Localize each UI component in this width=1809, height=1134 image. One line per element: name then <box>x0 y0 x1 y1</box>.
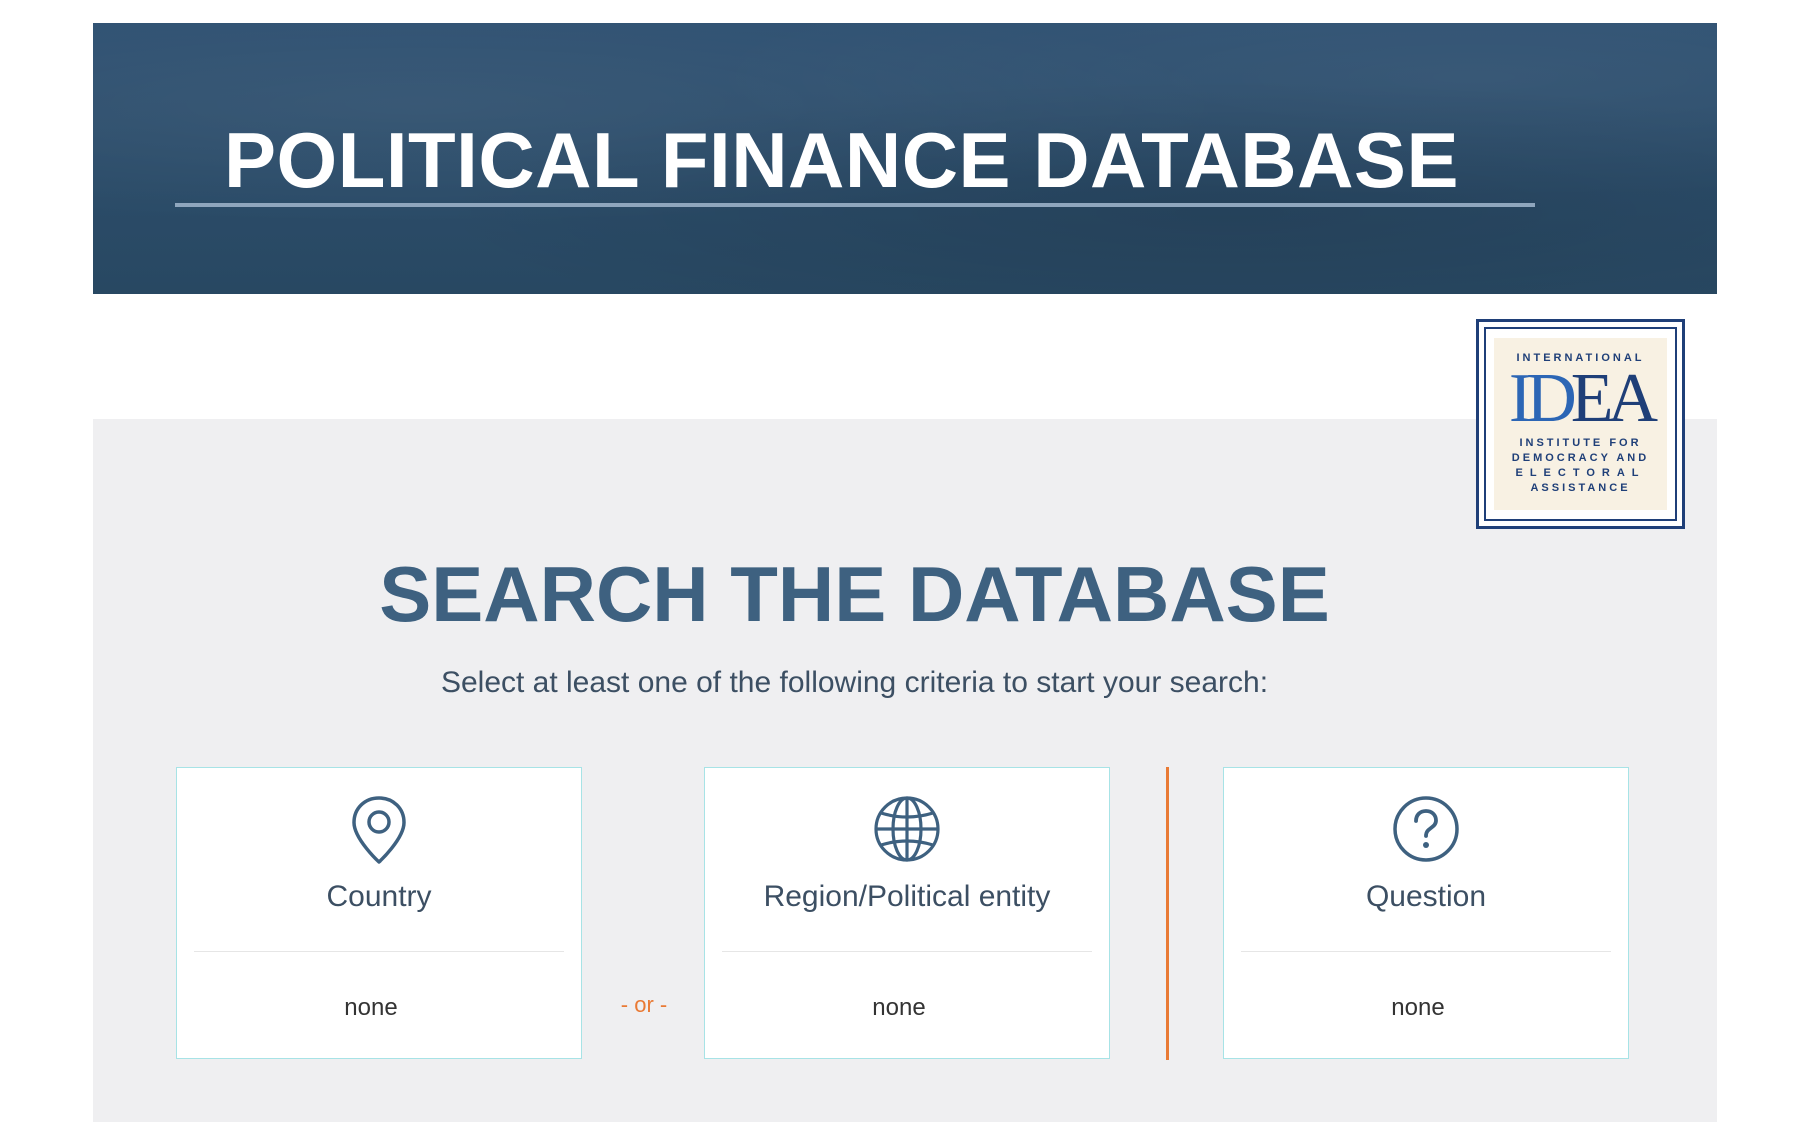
region-label: Region/Political entity <box>763 880 1051 913</box>
card-divider <box>194 951 564 952</box>
logo-line-2: DEMOCRACY AND <box>1511 452 1650 464</box>
logo-wordmark-part-2: EA <box>1570 360 1658 437</box>
country-card[interactable]: Country none <box>176 767 582 1059</box>
search-instructions: Select at least one of the following cri… <box>440 666 1269 699</box>
region-card[interactable]: Region/Political entity none <box>704 767 1110 1059</box>
title-underline <box>175 203 1535 207</box>
logo-line-1: INSTITUTE FOR <box>1519 437 1642 449</box>
question-label: Question <box>1365 880 1487 913</box>
question-card[interactable]: Question none <box>1223 767 1629 1059</box>
logo-line-4: ASSISTANCE <box>1530 482 1631 494</box>
card-divider <box>722 951 1092 952</box>
header-banner: POLITICAL FINANCE DATABASE <box>93 23 1717 294</box>
country-label: Country <box>326 880 432 913</box>
logo-line-3: ELECTORAL <box>1515 467 1646 479</box>
logo-subtitle: INSTITUTE FOR DEMOCRACY AND ELECTORAL AS… <box>1494 436 1667 496</box>
globe-icon <box>872 794 942 869</box>
region-value: none <box>872 994 926 1021</box>
criteria-divider <box>1166 767 1169 1060</box>
country-value: none <box>344 994 398 1021</box>
or-separator: - or - <box>620 992 668 1017</box>
question-value: none <box>1391 994 1445 1021</box>
page-title: POLITICAL FINANCE DATABASE <box>224 116 1459 204</box>
logo-wordmark: IDEA <box>1494 364 1667 434</box>
question-circle-icon <box>1391 794 1461 869</box>
logo-wordmark-part-1: ID <box>1508 360 1577 437</box>
card-divider <box>1241 951 1611 952</box>
location-pin-icon <box>349 794 409 871</box>
idea-logo[interactable]: INTERNATIONAL IDEA INSTITUTE FOR DEMOCRA… <box>1476 319 1685 529</box>
logo-badge: INTERNATIONAL IDEA INSTITUTE FOR DEMOCRA… <box>1494 338 1667 510</box>
search-heading: SEARCH THE DATABASE <box>379 550 1330 638</box>
